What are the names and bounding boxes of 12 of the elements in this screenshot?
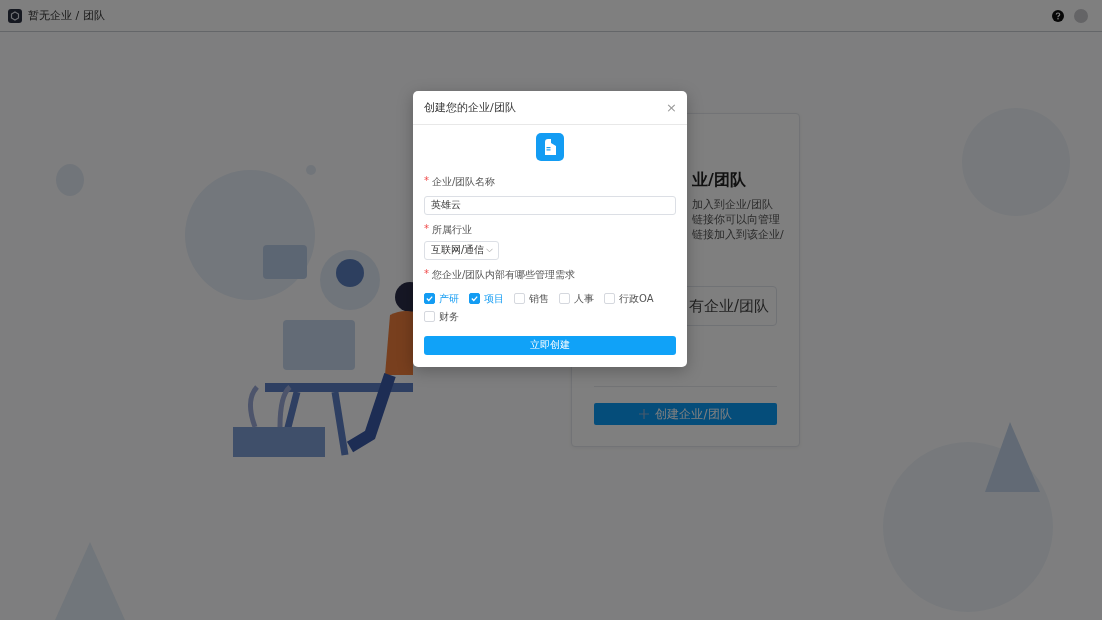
required-mark: * bbox=[424, 222, 429, 236]
required-mark: * bbox=[424, 175, 429, 188]
card-description-line: 链接加入到该企业/ bbox=[692, 227, 785, 242]
card-description-line: 链接你可以向管理 bbox=[692, 212, 781, 227]
field-label: 企业/团队名称 bbox=[432, 175, 496, 189]
required-mark: * bbox=[424, 267, 429, 281]
field-label: 您企业/团队内部有哪些管理需求 bbox=[432, 267, 576, 282]
field-label: 所属行业 bbox=[432, 222, 472, 237]
card-heading: 业/团队 bbox=[692, 170, 747, 191]
dialog-title: 创建您的企业/团队 bbox=[424, 100, 516, 115]
card-description-line: 加入到企业/团队 bbox=[692, 197, 774, 212]
page-title: 暂无企业 / 团队 bbox=[28, 8, 105, 23]
